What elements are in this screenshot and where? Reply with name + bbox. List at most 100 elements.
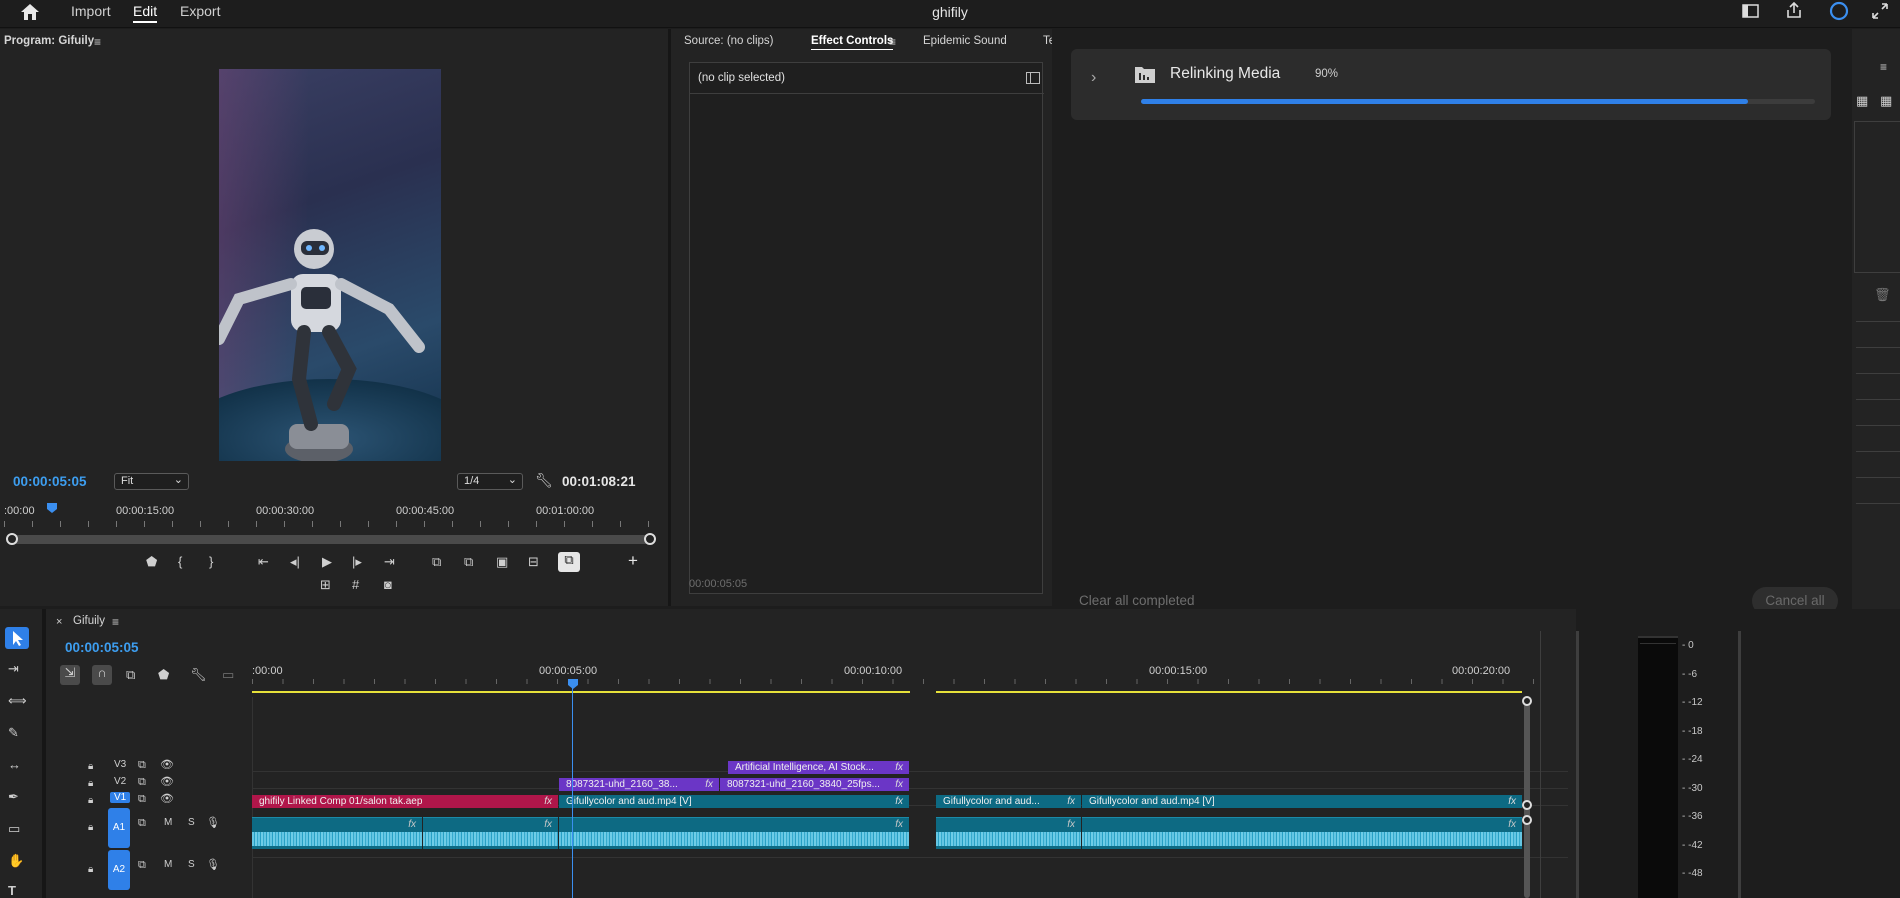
eye-icon[interactable]: 👁︎ [160, 757, 174, 773]
clip-v1-gifully-b[interactable]: Gifullycolor and aud... fx [936, 795, 1081, 808]
panel-menu-icon[interactable]: ≡ [112, 614, 119, 630]
calendar-icon[interactable]: ▦ [1880, 93, 1892, 109]
close-tab-icon[interactable]: × [56, 614, 62, 630]
panel-toggle-icon[interactable] [1026, 72, 1040, 84]
wrench-icon[interactable]: 🔧︎ [535, 472, 553, 488]
pen-icon[interactable]: ✒ [8, 789, 19, 805]
timeline-scrollbar[interactable] [1524, 697, 1530, 898]
marker-icon[interactable]: ⬟ [146, 554, 157, 570]
playhead-line[interactable] [572, 687, 573, 898]
mark-out-icon[interactable]: } [209, 554, 213, 570]
menu-import[interactable]: Import [71, 3, 111, 19]
audio-clip[interactable]: fx [936, 817, 1081, 849]
scroll-handle[interactable] [1522, 815, 1532, 825]
workspace-icon[interactable] [1742, 4, 1759, 18]
export-frame-icon[interactable]: ▣ [496, 554, 508, 570]
audio-clip[interactable]: fx [559, 817, 909, 849]
clip-v2-uhd-a[interactable]: 8087321-uhd_2160_38... fx [559, 778, 719, 791]
ripple-edit-icon[interactable]: ⟺ [8, 693, 27, 709]
step-back-icon[interactable]: ◂| [290, 554, 300, 570]
scroll-handle[interactable] [1522, 800, 1532, 810]
timeline-ruler[interactable]: :00:00 00:00:05:00 00:00:10:00 00:00:15:… [252, 665, 1576, 687]
lock-icon[interactable]: 🔒︎ [88, 759, 93, 775]
sync-icon[interactable] [1829, 1, 1849, 21]
clip-v1-linked-comp[interactable]: ghifily Linked Comp 01/salon tak.aep fx [252, 795, 558, 808]
timeline-timecode[interactable]: 00:00:05:05 [65, 640, 139, 655]
selection-tool[interactable] [5, 627, 29, 649]
snap-icon[interactable]: ∩ [92, 665, 112, 685]
safe-margins-icon[interactable]: ⊞ [320, 577, 331, 593]
type-icon[interactable]: T [8, 883, 16, 898]
rectangle-icon[interactable]: ▭ [8, 821, 20, 837]
slip-icon[interactable]: ↔ [8, 757, 21, 773]
track-label-v1[interactable]: V1 [110, 792, 131, 803]
scroll-handle-right[interactable] [644, 533, 656, 545]
audio-clip[interactable]: fx [423, 817, 558, 849]
clip-v3-ai-stock[interactable]: Artificial Intelligence, AI Stock... fx [728, 761, 909, 774]
captions-icon[interactable]: ▭ [222, 667, 234, 683]
grid-icon[interactable]: # [352, 577, 359, 593]
add-button-icon[interactable]: + [628, 552, 638, 569]
playhead-marker[interactable] [568, 679, 578, 689]
scroll-handle[interactable] [1522, 696, 1532, 706]
solo-button[interactable]: S [188, 817, 195, 828]
eye-icon[interactable]: 👁︎ [160, 791, 174, 807]
home-icon[interactable] [20, 3, 40, 21]
linked-selection-icon[interactable]: ⧉ [126, 667, 135, 683]
mute-button[interactable]: M [164, 859, 172, 870]
panel-menu-icon[interactable]: ≡ [1880, 59, 1887, 75]
camera-icon[interactable]: ◙ [384, 577, 392, 593]
timeline-tab[interactable]: Gifuily [73, 615, 105, 627]
sync-lock-icon[interactable]: ⧉ [138, 791, 146, 807]
lock-icon[interactable]: 🔒︎ [88, 793, 93, 809]
tab-effect-controls[interactable]: Effect Controls [811, 35, 894, 50]
sync-lock-icon[interactable]: ⧉ [138, 757, 146, 773]
step-forward-icon[interactable]: |▸ [352, 554, 362, 570]
clip-v2-uhd-b[interactable]: 8087321-uhd_2160_3840_25fps... fx [720, 778, 909, 791]
fit-dropdown[interactable]: Fit ⌄ [114, 473, 189, 490]
panel-menu-icon[interactable]: ≡ [889, 34, 896, 50]
panel-menu-icon[interactable]: ≡ [94, 34, 101, 50]
play-icon[interactable]: ▶ [322, 554, 332, 570]
fullscreen-icon[interactable] [1872, 3, 1888, 19]
menu-edit[interactable]: Edit [133, 3, 158, 23]
resolution-dropdown[interactable]: 1/4 ⌄ [457, 473, 523, 490]
extract-icon[interactable]: ⧉ [464, 554, 473, 570]
sync-lock-icon[interactable]: ⧉ [138, 774, 146, 790]
tab-source[interactable]: Source: (no clips) [684, 35, 773, 47]
razor-icon[interactable]: ✎ [8, 725, 19, 741]
work-area-bar[interactable] [936, 691, 1522, 693]
proxy-toggle-icon[interactable]: ⧉ [558, 552, 580, 572]
sync-lock-icon[interactable]: ⧉ [138, 857, 146, 873]
menu-export[interactable]: Export [180, 3, 220, 19]
go-to-in-icon[interactable]: ⇤ [258, 554, 269, 570]
clip-v1-gifully-a[interactable]: Gifullycolor and aud.mp4 [V] fx [559, 795, 909, 808]
track-label-v3[interactable]: V3 [114, 759, 126, 770]
tab-epidemic-sound[interactable]: Epidemic Sound [923, 35, 1007, 47]
sync-lock-icon[interactable]: ⧉ [138, 815, 146, 831]
add-marker-icon[interactable]: ⬟ [158, 667, 169, 683]
microphone-icon[interactable]: 🎙︎ [206, 857, 220, 873]
comparison-view-icon[interactable]: ⊟ [528, 554, 539, 570]
microphone-icon[interactable]: 🎙︎ [206, 815, 220, 831]
scroll-handle-left[interactable] [6, 533, 18, 545]
mute-button[interactable]: M [164, 817, 172, 828]
track-select-icon[interactable]: ⇥ [8, 661, 19, 677]
chevron-right-icon[interactable]: › [1091, 70, 1096, 86]
track-label-a1[interactable]: A1 [108, 808, 130, 848]
nest-toggle-icon[interactable]: ⇲ [60, 665, 80, 685]
lock-icon[interactable]: 🔒︎ [88, 862, 93, 878]
clip-v1-gifully-c[interactable]: Gifullycolor and aud.mp4 [V] fx [1082, 795, 1522, 808]
solo-button[interactable]: S [188, 859, 195, 870]
zoom-scrollbar[interactable] [10, 535, 654, 544]
work-area-bar[interactable] [252, 691, 910, 693]
lift-icon[interactable]: ⧉ [432, 554, 441, 570]
go-to-out-icon[interactable]: ⇥ [384, 554, 395, 570]
calendar-icon[interactable]: ▦ [1856, 93, 1868, 109]
lock-icon[interactable]: 🔒︎ [88, 820, 93, 836]
program-timecode[interactable]: 00:00:05:05 [13, 474, 87, 489]
share-icon[interactable] [1786, 2, 1802, 19]
eye-icon[interactable]: 👁︎ [160, 774, 174, 790]
hand-icon[interactable]: ✋ [8, 853, 24, 869]
timeline-settings-icon[interactable]: 🔧︎ [190, 667, 207, 683]
